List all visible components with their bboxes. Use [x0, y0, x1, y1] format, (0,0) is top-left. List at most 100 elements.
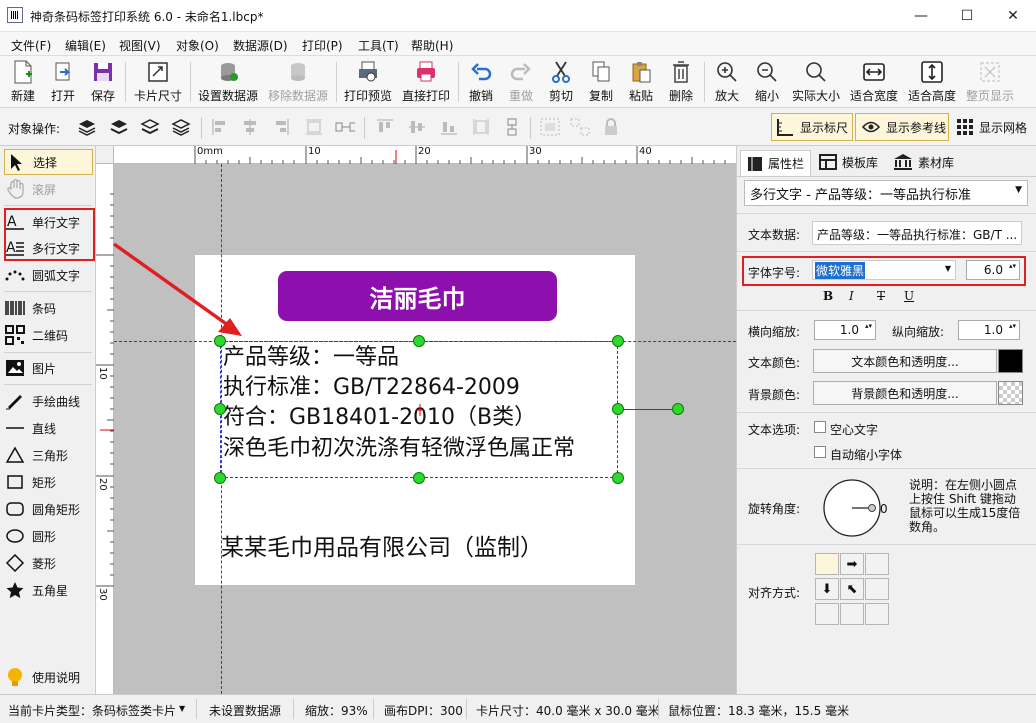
maximize-button[interactable]: ☐	[944, 0, 990, 32]
h-scale-spinner[interactable]: 1.0	[814, 320, 876, 340]
text-data-field[interactable]: 产品等级：一等品执行标准：GB/T ...	[812, 221, 1022, 245]
align-middle-center[interactable]: ⬉	[840, 578, 864, 600]
text-color-swatch[interactable]	[998, 349, 1023, 373]
tool-barcode[interactable]: 条码	[4, 295, 94, 321]
text-color-button[interactable]: 文本颜色和透明度...	[813, 349, 997, 373]
distribute-h-icon[interactable]	[304, 117, 324, 137]
bring-forward-icon[interactable]	[109, 117, 129, 137]
bg-color-swatch[interactable]	[998, 381, 1023, 405]
zoom-in-button[interactable]: 放大	[712, 60, 742, 106]
resize-handle[interactable]	[413, 335, 425, 347]
copy-button[interactable]: 复制	[586, 60, 616, 106]
fit-width-button[interactable]: 适合宽度	[848, 60, 900, 106]
tool-ellipse[interactable]: 圆形	[4, 523, 94, 549]
set-datasource-button[interactable]: 设置数据源	[196, 60, 260, 106]
zoom-out-button[interactable]: 缩小	[752, 60, 782, 106]
tool-image[interactable]: 图片	[4, 355, 94, 381]
tab-materials[interactable]: 素材库	[887, 150, 960, 174]
group-icon[interactable]	[540, 117, 560, 137]
underline-button[interactable]: U	[904, 289, 914, 303]
open-button[interactable]: 打开	[48, 60, 78, 106]
italic-button[interactable]: I	[849, 289, 854, 303]
brand-title-box[interactable]: 洁丽毛巾	[278, 271, 557, 321]
same-width-icon[interactable]	[471, 117, 491, 137]
tool-multi-line-text[interactable]: A 多行文字	[4, 235, 94, 261]
paste-button[interactable]: 粘贴	[626, 60, 656, 106]
tool-triangle[interactable]: 三角形	[4, 442, 94, 468]
tool-single-line-text[interactable]: A 单行文字	[4, 209, 94, 235]
tool-rect[interactable]: 矩形	[4, 469, 94, 495]
bring-front-icon[interactable]	[77, 117, 97, 137]
remove-datasource-button[interactable]: 移除数据源	[266, 60, 330, 106]
resize-handle[interactable]	[214, 403, 226, 415]
card-size-button[interactable]: 卡片尺寸	[132, 60, 184, 106]
align-bottom-left[interactable]	[815, 603, 839, 625]
tab-properties[interactable]: 属性栏	[740, 150, 812, 176]
direct-print-button[interactable]: 直接打印	[400, 60, 452, 106]
tool-help[interactable]: 使用说明	[4, 664, 94, 690]
rotation-handle[interactable]	[672, 403, 684, 415]
resize-handle[interactable]	[612, 472, 624, 484]
menu-object[interactable]: 对象(O)	[176, 37, 219, 54]
tool-round-rect[interactable]: 圆角矩形	[4, 496, 94, 522]
full-page-button[interactable]: 整页显示	[964, 60, 1016, 106]
menu-help[interactable]: 帮助(H)	[411, 37, 453, 54]
resize-handle[interactable]	[214, 472, 226, 484]
distribute-v-icon[interactable]	[335, 117, 355, 137]
tab-templates[interactable]: 模板库	[813, 150, 884, 174]
send-back-icon[interactable]	[171, 117, 191, 137]
font-size-spinner[interactable]: 6.0	[966, 260, 1020, 280]
menu-view[interactable]: 视图(V)	[119, 37, 161, 54]
align-bottom-right[interactable]	[865, 603, 889, 625]
align-right-icon[interactable]	[271, 117, 291, 137]
resize-handle[interactable]	[612, 403, 624, 415]
menu-edit[interactable]: 编辑(E)	[65, 37, 106, 54]
show-grid-toggle[interactable]: 显示网格	[954, 113, 1034, 141]
font-name-select[interactable]: 微软雅黑 ▼	[812, 260, 956, 280]
align-middle-right[interactable]	[865, 578, 889, 600]
align-middle-icon[interactable]	[407, 117, 427, 137]
tool-arc-text[interactable]: 圆弧文字	[4, 262, 94, 288]
ungroup-icon[interactable]	[570, 117, 590, 137]
status-card-type[interactable]: 当前卡片类型：条码标签类卡片	[8, 702, 176, 719]
undo-button[interactable]: 撤销	[466, 60, 496, 106]
fit-height-button[interactable]: 适合高度	[906, 60, 958, 106]
actual-size-button[interactable]: 实际大小	[790, 60, 842, 106]
lock-icon[interactable]	[601, 117, 621, 137]
cut-button[interactable]: 剪切	[546, 60, 576, 106]
send-backward-icon[interactable]	[140, 117, 160, 137]
align-middle-left[interactable]: ⬇	[815, 578, 839, 600]
menu-print[interactable]: 打印(P)	[302, 37, 343, 54]
menu-file[interactable]: 文件(F)	[11, 37, 51, 54]
align-bottom-icon[interactable]	[439, 117, 459, 137]
align-top-left[interactable]	[815, 553, 839, 575]
auto-shrink-checkbox[interactable]	[814, 446, 826, 458]
resize-handle[interactable]	[413, 472, 425, 484]
tool-diamond[interactable]: 菱形	[4, 550, 94, 576]
tool-select[interactable]: 选择	[4, 149, 93, 175]
print-preview-button[interactable]: 打印预览	[342, 60, 394, 106]
align-left-icon[interactable]	[210, 117, 230, 137]
same-height-icon[interactable]	[502, 117, 522, 137]
close-button[interactable]: ✕	[990, 0, 1036, 32]
hollow-text-checkbox[interactable]	[814, 421, 826, 433]
tool-freehand[interactable]: 手绘曲线	[4, 388, 94, 414]
bold-button[interactable]: B	[823, 289, 833, 303]
save-button[interactable]: 保存	[88, 60, 118, 106]
strike-button[interactable]: T	[877, 289, 885, 303]
minimize-button[interactable]: —	[898, 0, 944, 32]
menu-tools[interactable]: 工具(T)	[358, 37, 399, 54]
bg-color-button[interactable]: 背景颜色和透明度...	[813, 381, 997, 405]
resize-handle[interactable]	[612, 335, 624, 347]
show-ruler-toggle[interactable]: 显示标尺	[771, 113, 853, 141]
align-top-center[interactable]: ➡	[840, 553, 864, 575]
align-center-icon[interactable]	[240, 117, 260, 137]
tool-star[interactable]: 五角星	[4, 577, 94, 603]
align-top-right[interactable]	[865, 553, 889, 575]
tool-line[interactable]: 直线	[4, 415, 94, 441]
v-scale-spinner[interactable]: 1.0	[958, 320, 1020, 340]
show-guides-toggle[interactable]: 显示参考线	[855, 113, 949, 141]
delete-button[interactable]: 删除	[666, 60, 696, 106]
tool-scroll[interactable]: 滚屏	[4, 176, 94, 202]
rotation-dial[interactable]	[815, 476, 889, 540]
